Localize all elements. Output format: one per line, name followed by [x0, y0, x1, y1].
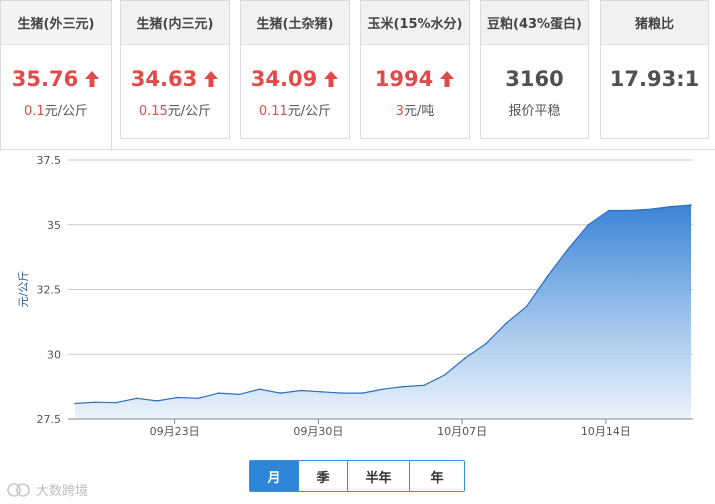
data-point — [649, 208, 651, 210]
card-pig-local[interactable]: 生猪(土杂猪) 34.09 0.11元/公斤 — [240, 0, 350, 139]
x-tick-label: 09月23日 — [150, 425, 200, 438]
card-change-num: 3 — [395, 104, 404, 119]
price-cards: 生猪(外三元) 35.76 0.1元/公斤 生猪(内三元) 34.63 0.15… — [0, 0, 715, 150]
data-point — [382, 388, 384, 390]
card-soybean-meal[interactable]: 豆粕(43%蛋白) 3160 报价平稳 — [480, 0, 589, 139]
card-title: 玉米(15%水分) — [361, 1, 469, 45]
card-change-unit: 元/公斤 — [44, 104, 89, 119]
card-value: 34.63 — [121, 65, 229, 93]
card-value-text: 3160 — [505, 67, 564, 91]
data-point — [567, 248, 569, 251]
range-tab-year[interactable]: 年 — [410, 461, 464, 491]
data-point — [135, 397, 138, 400]
card-pig-inner[interactable]: 生猪(内三元) 34.63 0.15元/公斤 — [120, 0, 230, 139]
card-pig-grain-ratio[interactable]: 猪粮比 17.93:1 — [600, 0, 709, 139]
data-point — [300, 389, 302, 392]
price-area-chart[interactable]: 27.5 30 32.5 35 37.5 09月23日 09月30日 10月07日 10月14日… — [0, 149, 715, 459]
data-point — [484, 343, 487, 345]
card-title: 豆粕(43%蛋白) — [481, 1, 588, 45]
data-point — [341, 392, 343, 394]
data-point — [690, 204, 692, 206]
card-value-text: 34.09 — [250, 67, 318, 91]
card-note: 报价平稳 — [508, 104, 561, 119]
card-title: 生猪(内三元) — [121, 1, 229, 45]
data-point — [464, 357, 466, 359]
data-point — [94, 401, 97, 403]
data-point — [505, 322, 508, 324]
x-tick-label: 09月30日 — [293, 425, 343, 438]
data-point — [197, 397, 199, 400]
data-point — [259, 388, 261, 390]
card-title: 猪粮比 — [601, 1, 708, 45]
data-point — [669, 205, 672, 208]
data-point — [361, 392, 364, 394]
data-point — [279, 392, 282, 394]
card-value: 1994 — [361, 65, 469, 93]
logo-icon — [7, 482, 30, 497]
data-point — [402, 385, 405, 388]
card-change: 0.11元/公斤 — [241, 100, 349, 119]
up-arrow-icon — [204, 71, 219, 87]
card-value-text: 34.63 — [130, 67, 198, 91]
y-tick-label: 27.5 — [37, 413, 62, 426]
y-axis-label: 元/公斤 — [17, 271, 30, 308]
card-change-num: 0.15 — [138, 104, 168, 119]
card-value: 35.76 — [1, 65, 111, 93]
data-point — [217, 392, 220, 394]
watermark: 大数跨境 — [6, 480, 88, 499]
y-tick-label: 32.5 — [37, 284, 62, 297]
card-pig-outer[interactable]: 生猪(外三元) 35.76 0.1元/公斤 — [0, 0, 112, 150]
card-value-text: 35.76 — [11, 67, 79, 91]
card-change-unit: 元/公斤 — [287, 104, 332, 119]
card-corn[interactable]: 玉米(15%水分) 1994 3元/吨 — [360, 0, 470, 139]
card-value: 34.09 — [241, 65, 349, 93]
card-change-num: 0.1 — [23, 104, 45, 119]
card-change-unit: 元/吨 — [403, 104, 435, 119]
series-area — [75, 205, 691, 419]
card-value: 3160 — [481, 65, 588, 93]
up-arrow-icon — [324, 71, 339, 87]
data-point — [546, 275, 549, 278]
up-arrow-icon — [85, 71, 100, 87]
card-change: 0.15元/公斤 — [121, 100, 229, 119]
data-point — [115, 401, 117, 404]
card-value: 17.93:1 — [601, 65, 708, 93]
card-title: 生猪(外三元) — [1, 1, 111, 45]
data-point — [320, 391, 323, 393]
x-tick-label: 10月14日 — [581, 425, 631, 438]
range-tab-half-year[interactable]: 半年 — [348, 461, 410, 491]
data-point — [74, 402, 76, 405]
x-tick-label: 10月07日 — [437, 425, 487, 438]
data-point — [628, 209, 631, 212]
up-arrow-icon — [440, 71, 455, 87]
card-change: 3元/吨 — [361, 100, 469, 119]
y-tick-label: 35 — [47, 219, 61, 232]
data-point — [608, 209, 610, 212]
data-point — [176, 396, 179, 399]
data-point — [423, 384, 425, 387]
y-tick-label: 30 — [47, 348, 61, 361]
card-title: 生猪(土杂猪) — [241, 1, 349, 45]
data-point — [525, 305, 528, 308]
data-point — [238, 393, 241, 396]
card-change-num: 0.11 — [258, 104, 288, 119]
card-change: 0.1元/公斤 — [1, 100, 111, 119]
data-point — [156, 400, 158, 402]
card-value-text: 17.93:1 — [609, 67, 700, 91]
y-tick-label: 37.5 — [37, 154, 62, 167]
range-tab-month[interactable]: 月 — [250, 461, 299, 491]
range-tab-quarter[interactable]: 季 — [299, 461, 348, 491]
data-point — [443, 374, 446, 376]
card-change-unit: 元/公斤 — [167, 104, 212, 119]
range-selector: 月 季 半年 年 — [249, 460, 465, 492]
watermark-text: 大数跨境 — [36, 484, 89, 499]
data-point — [587, 224, 590, 226]
card-value-text: 1994 — [374, 67, 434, 91]
